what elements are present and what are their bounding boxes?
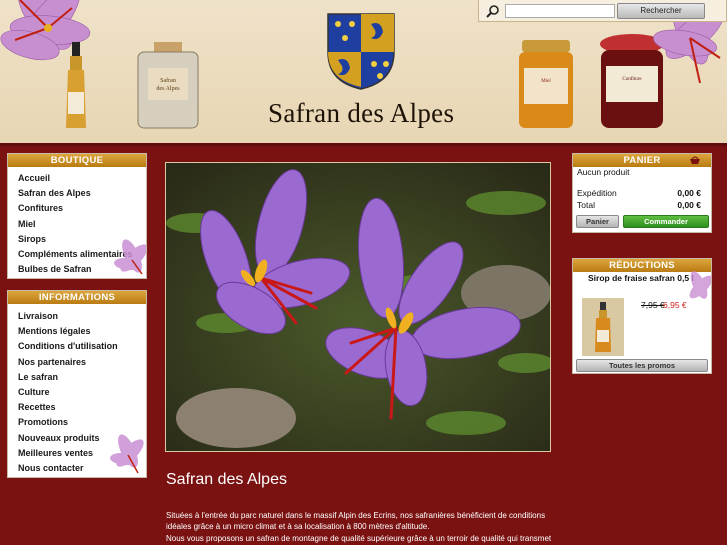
menu-item-miel[interactable]: Miel [18,217,146,232]
svg-text:des Alpes: des Alpes [156,86,180,92]
shipping-label: Expédition [577,188,617,198]
menu-item-accueil[interactable]: Accueil [18,171,146,186]
informations-title: INFORMATIONS [8,291,146,304]
informations-box: INFORMATIONS Livraison Mentions légales … [7,290,147,478]
intro-line: Situées à l'entrée du parc naturel dans … [166,511,546,520]
basket-icon[interactable] [689,156,701,165]
crocus-decoration-icon [114,239,146,275]
intro-line: Nous vous proposons un safran de montagn… [166,533,552,543]
saffron-flower-photo [165,162,551,452]
menu-item-confitures[interactable]: Confitures [18,201,146,216]
main-heading: Safran des Alpes [166,471,287,488]
menu-item-le-safran[interactable]: Le safran [18,370,146,385]
search-button[interactable]: Rechercher [617,3,705,19]
total-value: 0,00 € [677,200,701,210]
cart-title: PANIER [573,154,711,167]
cart-button[interactable]: Panier [576,215,619,228]
oil-bottle-image [66,42,86,128]
shipping-value: 0,00 € [677,188,701,198]
crocus-decoration-icon [689,271,711,299]
shop-title: Safran des Alpes [268,98,455,128]
intro-text: Situées à l'entrée du parc naturel dans … [166,510,556,544]
promotions-box: RÉDUCTIONS Sirop de fraise safran 0,5 l … [572,258,712,374]
cart-box: PANIER Aucun produit Expédition 0,00 € T… [572,153,712,233]
honey-jar-image: Miel [519,40,573,128]
menu-item-recettes[interactable]: Recettes [18,400,146,415]
promo-old-price: 7,95 € [641,300,665,310]
order-button[interactable]: Commander [623,215,709,228]
boutique-box: BOUTIQUE Accueil Safran des Alpes Confit… [7,153,147,279]
site-header: Safran des Alpes Safran des Alpes Miel C… [0,0,727,146]
menu-item-livraison[interactable]: Livraison [18,309,146,324]
cart-empty-label: Aucun produit [577,167,630,177]
search-icon[interactable] [486,4,500,18]
intro-line: idéales grâce à un micro climat et à sa … [166,522,430,532]
cart-title-label: PANIER [623,155,661,166]
boutique-title: BOUTIQUE [8,154,146,167]
menu-item-conditions[interactable]: Conditions d'utilisation [18,339,146,354]
search-bar: Rechercher [478,0,727,22]
syrup-bottle-image[interactable] [582,298,624,356]
menu-item-safran[interactable]: Safran des Alpes [18,186,146,201]
svg-text:Miel: Miel [541,79,551,84]
saffron-jar-image: Safran des Alpes [137,42,199,129]
coat-of-arms-logo [327,13,395,90]
menu-item-mentions[interactable]: Mentions légales [18,324,146,339]
menu-item-partenaires[interactable]: Nos partenaires [18,355,146,370]
menu-item-culture[interactable]: Culture [18,385,146,400]
all-promos-button[interactable]: Toutes les promos [576,359,708,372]
search-input[interactable] [505,4,615,18]
svg-text:Safran: Safran [160,77,176,84]
crocus-decoration-icon [110,434,144,474]
total-label: Total [577,200,595,210]
